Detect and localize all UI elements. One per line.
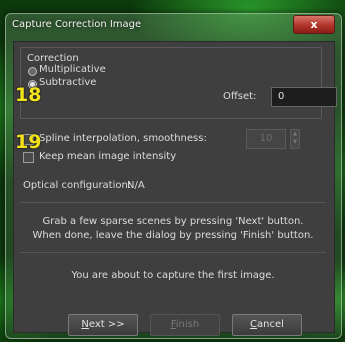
dialog-window: Capture Correction Image x Correction Mu… bbox=[5, 13, 342, 339]
cancel-button-mnemonic: C bbox=[250, 319, 258, 330]
offset-label: Offset: bbox=[223, 91, 257, 102]
radio-subtractive-label[interactable]: Subtractive bbox=[39, 77, 96, 88]
radio-icon[interactable] bbox=[28, 67, 37, 76]
dialog-body: Correction Multiplicative Subtractive Of… bbox=[13, 41, 337, 336]
next-button[interactable]: Next >> bbox=[68, 314, 138, 336]
next-button-mnemonic: N bbox=[81, 319, 89, 330]
divider bbox=[20, 252, 326, 253]
optical-configuration-label: Optical configuration: bbox=[23, 180, 132, 191]
close-icon: x bbox=[310, 18, 318, 31]
smoothness-value: 10 bbox=[259, 133, 273, 144]
instruction-line-2: When done, leave the dialog by pressing … bbox=[32, 230, 314, 241]
smoothness-input[interactable]: 10 bbox=[246, 129, 286, 149]
cancel-button-label: ancel bbox=[257, 319, 284, 330]
cancel-button[interactable]: Cancel bbox=[232, 314, 302, 336]
smoothness-spinner[interactable]: ▲ ▼ bbox=[290, 129, 300, 149]
keep-mean-checkbox[interactable] bbox=[23, 152, 34, 163]
annotation-19: 19 bbox=[15, 131, 42, 153]
window-title: Capture Correction Image bbox=[12, 19, 142, 30]
spin-up-icon[interactable]: ▲ bbox=[291, 130, 299, 138]
instruction-line-1: Grab a few sparse scenes by pressing 'Ne… bbox=[42, 216, 304, 227]
correction-group: Correction Multiplicative Subtractive Of… bbox=[20, 47, 337, 119]
title-bar[interactable]: Capture Correction Image x bbox=[6, 14, 341, 36]
offset-input[interactable]: 0 bbox=[271, 87, 337, 107]
close-button[interactable]: x bbox=[293, 15, 335, 34]
optical-configuration-value: N/A bbox=[127, 180, 145, 191]
keep-mean-label[interactable]: Keep mean image intensity bbox=[39, 151, 176, 162]
annotation-18: 18 bbox=[15, 84, 42, 106]
correction-group-label: Correction bbox=[27, 53, 79, 64]
offset-value: 0 bbox=[278, 91, 285, 102]
next-button-label: ext >> bbox=[88, 319, 125, 330]
divider bbox=[20, 202, 326, 203]
spline-label[interactable]: Spline interpolation, smoothness: bbox=[39, 133, 207, 144]
status-message: You are about to capture the first image… bbox=[71, 270, 275, 281]
spin-down-icon[interactable]: ▼ bbox=[291, 138, 299, 146]
radio-multiplicative-label[interactable]: Multiplicative bbox=[39, 64, 106, 75]
finish-button-label: inish bbox=[175, 319, 200, 330]
finish-button[interactable]: Finish bbox=[150, 314, 220, 336]
